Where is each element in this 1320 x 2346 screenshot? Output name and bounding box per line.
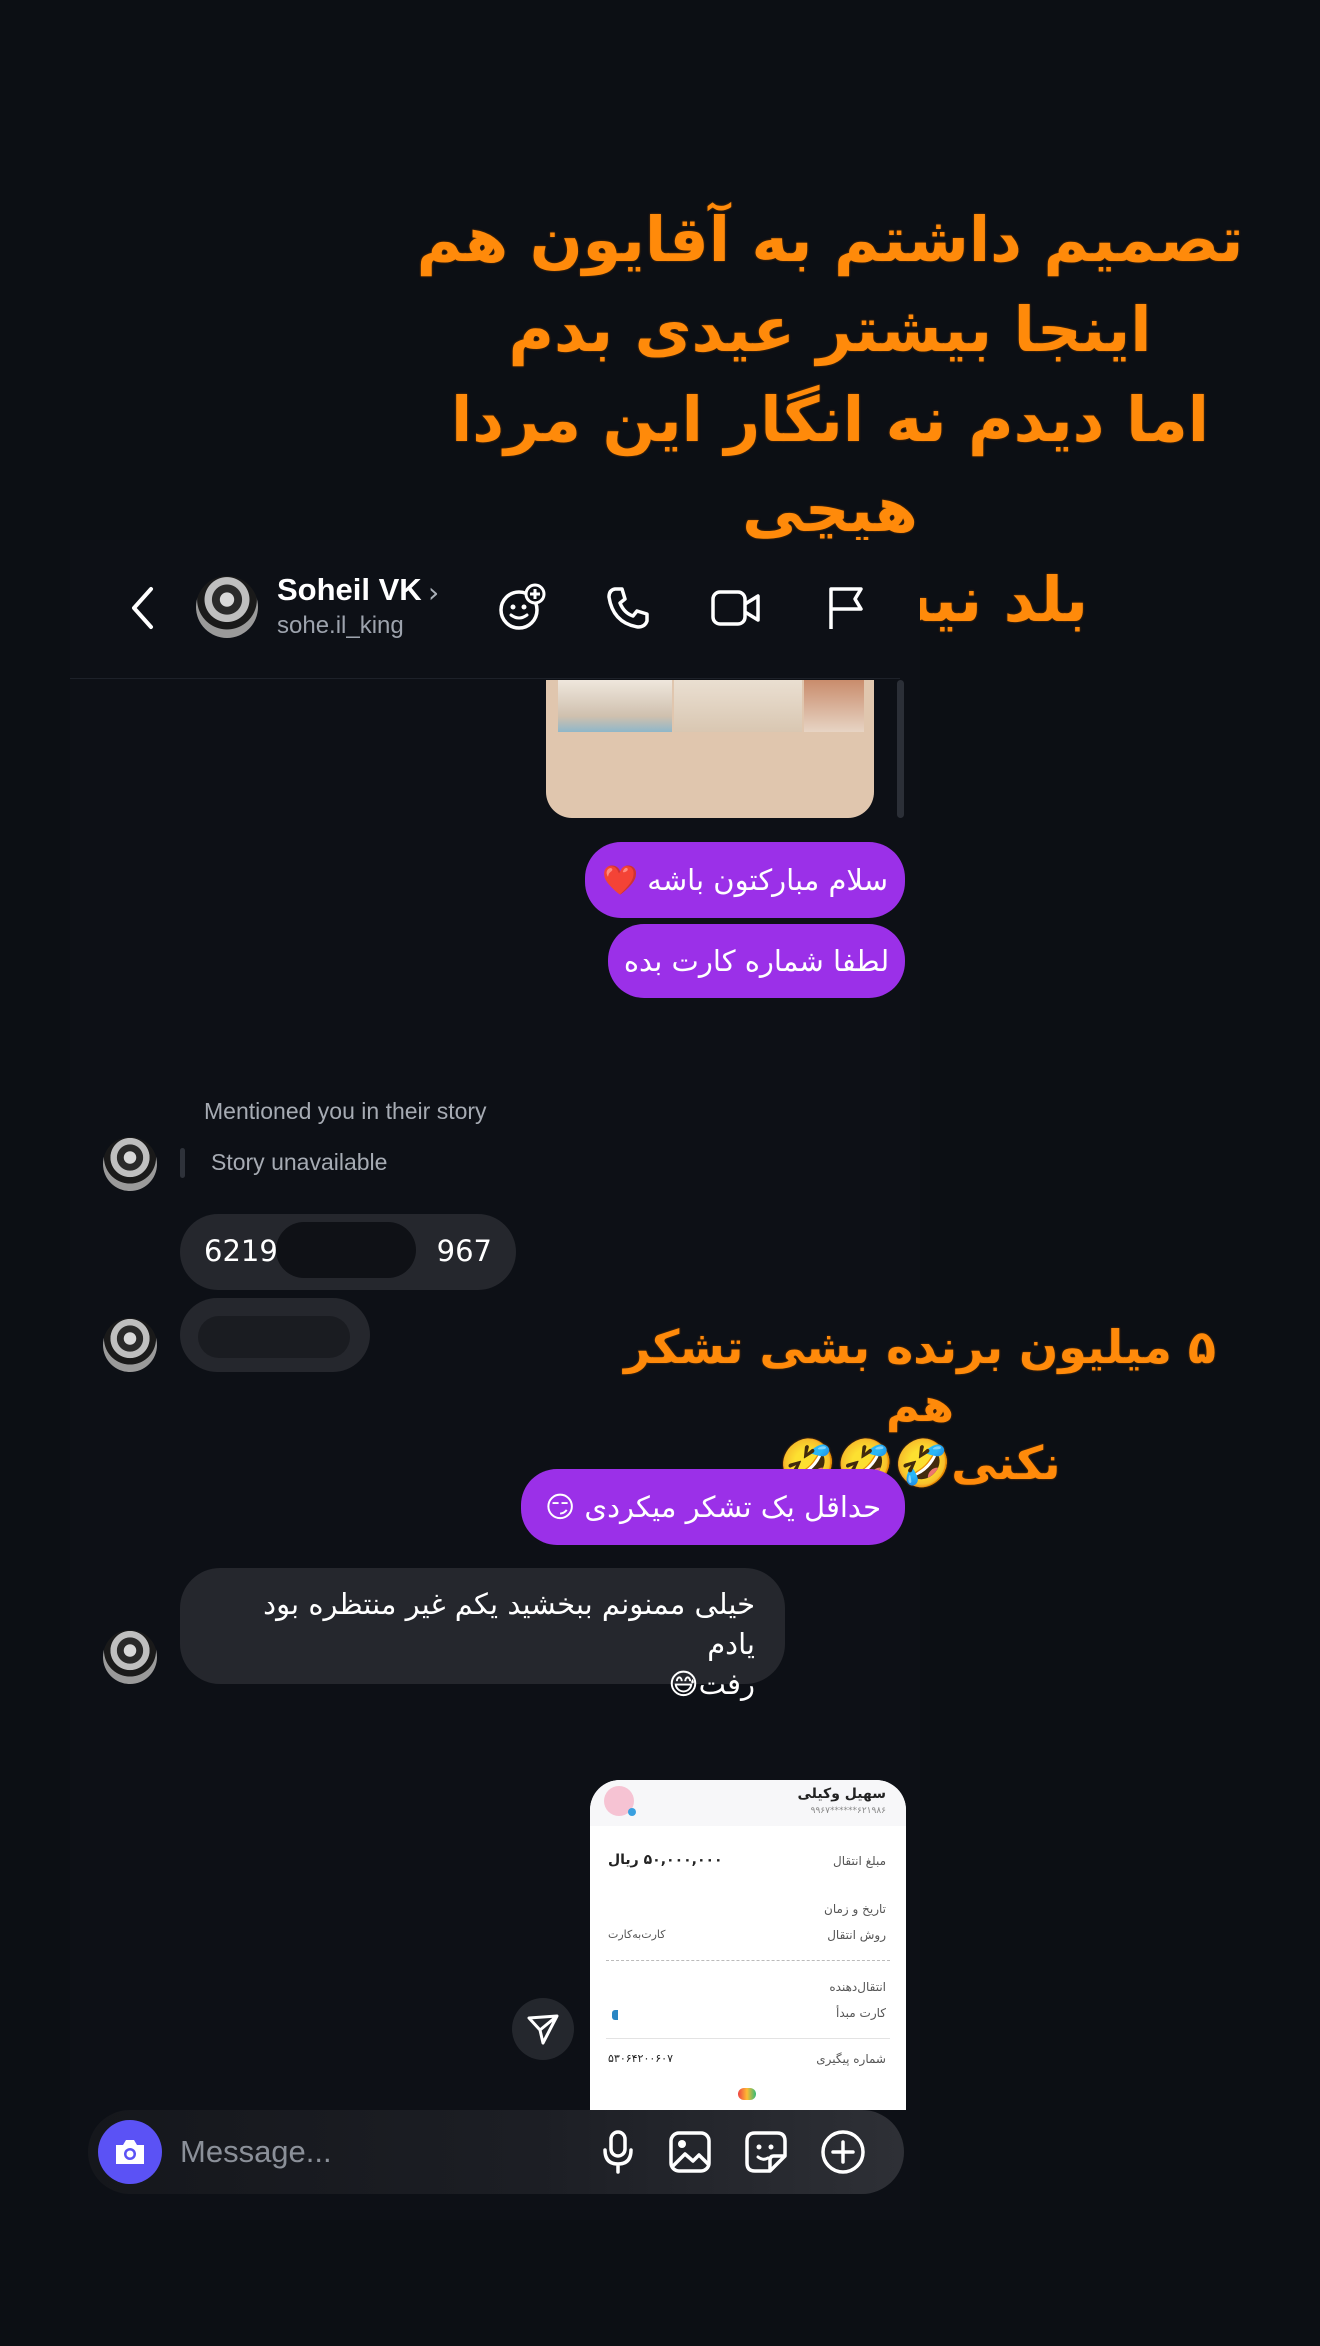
receipt-image[interactable]: سهیل وکیلی ۶۲۱۹۸۶******۹۹۶۷ مبلغ انتقال … [590, 1780, 906, 2110]
amount-label: مبلغ انتقال [833, 1854, 886, 1868]
amount-value: ۵۰,۰۰۰,۰۰۰ ریال [608, 1852, 723, 1868]
datetime-label: تاریخ و زمان [824, 1902, 886, 1916]
avatar[interactable] [103, 1630, 157, 1684]
method-label: روش انتقال [827, 1928, 886, 1942]
message-outgoing[interactable]: حداقل یک تشکر میکردی 😏 [521, 1469, 905, 1545]
audio-call-button[interactable] [602, 582, 654, 634]
method-value: کارت‌به‌کارت [608, 1928, 666, 1941]
message-text: حداقل یک تشکر میکردی 😏 [544, 1490, 882, 1524]
media-thumbnail [674, 680, 802, 732]
message-outgoing[interactable]: لطفا شماره کارت بده [608, 924, 905, 998]
contact-username[interactable]: sohe.il_king [277, 612, 404, 640]
caption-top-line-2: اینجا بیشتر عیدی بدم [508, 293, 1152, 366]
status-dot-icon [628, 1808, 636, 1816]
avatar[interactable] [103, 1318, 157, 1372]
message-incoming[interactable] [180, 1298, 370, 1372]
header-divider [70, 678, 900, 679]
contact-name[interactable]: Soheil VK [277, 572, 422, 608]
caption-top-line-1: تصمیم داشتم به آقایون هم [416, 203, 1244, 276]
receipt-divider [606, 2038, 890, 2039]
media-thumbnail [804, 680, 864, 732]
video-call-button[interactable] [708, 582, 764, 634]
caption-top-line-3: اما دیدم نه انگار این مردا هیچی [451, 383, 1209, 546]
phone-icon [607, 587, 649, 629]
report-button[interactable] [820, 582, 872, 634]
sticker-button[interactable] [740, 2126, 792, 2178]
tracking-label: شماره پیگیری [816, 2052, 886, 2066]
image-icon [669, 2131, 711, 2173]
message-input[interactable]: Message... [180, 2134, 332, 2170]
face-effects-icon [499, 583, 546, 630]
caption-middle: ۵ میلیون برنده بشی تشکر هم نکنی🤣🤣🤣 [610, 1318, 1230, 1492]
message-text: سلام مبارکتون باشه ❤️ [601, 862, 889, 897]
flag-icon [829, 587, 863, 629]
story-reply-bar [180, 1148, 185, 1178]
tracking-value: ۵۳۰۶۴۲۰۰۶۰۷ [608, 2052, 673, 2065]
message-incoming[interactable]: 6219 967 [180, 1214, 516, 1290]
story-mention-label: Mentioned you in their story [204, 1098, 487, 1124]
camera-icon [116, 2140, 144, 2164]
message-text-line-1: خیلی ممنونم ببخشید یکم غیر منتظره بود یا… [263, 1587, 755, 1661]
message-incoming[interactable]: خیلی ممنونم ببخشید یکم غیر منتظره بود یا… [180, 1568, 785, 1701]
sticker-icon [745, 2131, 787, 2173]
card-brand-icon [612, 2010, 618, 2020]
share-button[interactable] [512, 1998, 574, 2060]
message-outgoing[interactable]: سلام مبارکتون باشه ❤️ [585, 842, 905, 918]
shared-media-card[interactable] [546, 680, 874, 818]
more-options-button[interactable] [817, 2126, 869, 2178]
bank-badge-icon [738, 2088, 756, 2100]
camera-button[interactable] [98, 2120, 162, 2184]
plus-circle-icon [821, 2130, 865, 2174]
media-scroll-indicator [897, 680, 904, 818]
redaction-blob [198, 1316, 350, 1358]
source-card-label: کارت مبدأ [836, 2006, 886, 2020]
effects-button[interactable] [496, 582, 548, 634]
message-text-line-2: رفت😅 [668, 1667, 755, 1701]
voice-message-button[interactable] [592, 2126, 644, 2178]
back-button[interactable] [120, 580, 166, 636]
chevron-right-icon: › [428, 576, 440, 609]
redaction-blob [276, 1222, 416, 1278]
gallery-button[interactable] [664, 2126, 716, 2178]
card-number-start: 6219 [204, 1234, 278, 1268]
message-text: لطفا شماره کارت بده [623, 944, 890, 978]
avatar[interactable] [103, 1137, 157, 1191]
microphone-icon [603, 2130, 633, 2174]
sender-label: انتقال‌دهنده [829, 1980, 886, 1994]
story-unavailable-label: Story unavailable [211, 1149, 388, 1175]
receipt-sender-name: سهیل وکیلی [797, 1786, 886, 1802]
paper-plane-icon [527, 2014, 559, 2045]
avatar[interactable] [196, 576, 258, 638]
chevron-left-icon [132, 587, 153, 629]
video-camera-icon [711, 590, 760, 626]
card-number-end: 967 [436, 1234, 492, 1268]
receipt-divider [606, 1960, 890, 1961]
receipt-masked-card: ۶۲۱۹۸۶******۹۹۶۷ [810, 1806, 886, 1816]
media-thumbnail [558, 680, 672, 732]
caption-middle-line-1: ۵ میلیون برنده بشی تشکر هم [623, 1320, 1216, 1432]
